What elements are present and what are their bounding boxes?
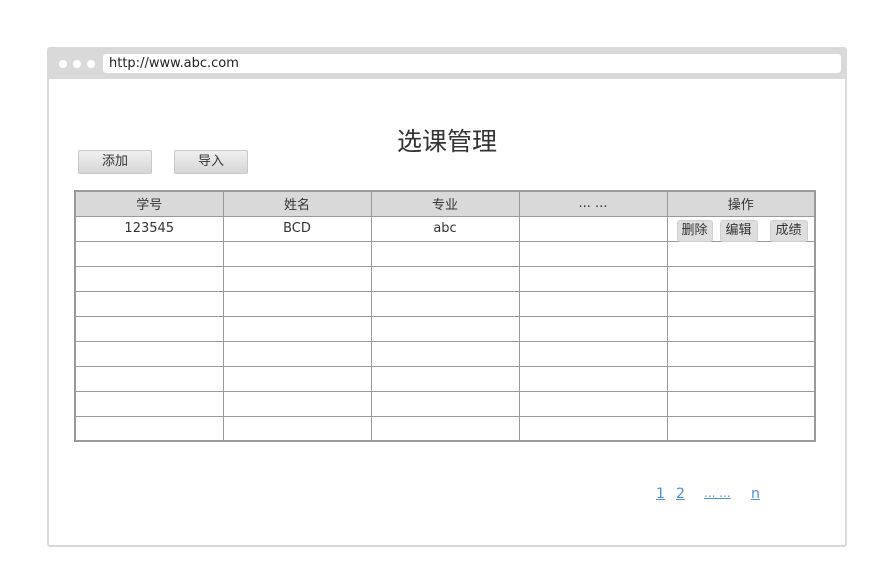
empty-cell [222, 390, 372, 417]
table-row [74, 365, 816, 392]
import-button[interactable]: 导入 [174, 150, 248, 174]
empty-cell [74, 390, 224, 417]
page-title: 选课管理 [396, 127, 497, 156]
empty-cell [666, 340, 816, 367]
empty-cell [74, 415, 224, 442]
table-row [74, 315, 816, 342]
empty-cell [518, 390, 668, 417]
table-row: 123545 BCD abc 删除 编辑 成绩 [74, 215, 816, 242]
cell-student-id: 123545 [74, 215, 224, 242]
column-header-major: 专业 [370, 190, 520, 217]
cell-major: abc [370, 215, 520, 242]
page-ellipsis-link[interactable]: ... ... [704, 486, 731, 500]
add-button[interactable]: 添加 [78, 150, 152, 174]
table-row [74, 415, 816, 442]
empty-cell [518, 315, 668, 342]
empty-cell [370, 315, 520, 342]
empty-cell [518, 240, 668, 267]
empty-cell [222, 290, 372, 317]
empty-cell [222, 340, 372, 367]
window-dot-icon [87, 60, 95, 68]
empty-cell [222, 265, 372, 292]
empty-cell [666, 290, 816, 317]
cell-name: BCD [222, 215, 372, 242]
window-dot-icon [59, 60, 67, 68]
column-header-student-id: 学号 [74, 190, 224, 217]
empty-cell [666, 390, 816, 417]
empty-cell [518, 415, 668, 442]
empty-cell [222, 315, 372, 342]
browser-window: http://www.abc.com 选课管理 添加 导入 学号 姓名 专业 .… [47, 47, 847, 547]
empty-cell [370, 340, 520, 367]
empty-cell [666, 315, 816, 342]
empty-cell [74, 315, 224, 342]
empty-cell [74, 340, 224, 367]
table-row [74, 390, 816, 417]
empty-cell [74, 265, 224, 292]
table-row [74, 265, 816, 292]
empty-cell [370, 265, 520, 292]
empty-cell [518, 265, 668, 292]
table-row [74, 340, 816, 367]
empty-cell [518, 340, 668, 367]
empty-cell [370, 365, 520, 392]
empty-cell [518, 290, 668, 317]
course-table: 学号 姓名 专业 ... ... 操作 123545 BCD abc 删除 编辑… [74, 190, 816, 442]
cell-extra [518, 215, 668, 242]
empty-cell [370, 240, 520, 267]
empty-cell [370, 290, 520, 317]
column-header-actions: 操作 [666, 190, 816, 217]
grade-button[interactable]: 成绩 [769, 219, 808, 242]
empty-cell [370, 415, 520, 442]
empty-cell [666, 265, 816, 292]
empty-cell [222, 365, 372, 392]
empty-cell [666, 365, 816, 392]
empty-cell [74, 290, 224, 317]
window-dot-icon [73, 60, 81, 68]
table-row [74, 240, 816, 267]
empty-cell [74, 365, 224, 392]
empty-cell [666, 240, 816, 267]
browser-toolbar: http://www.abc.com [49, 49, 845, 79]
empty-cell [74, 240, 224, 267]
empty-cell [666, 415, 816, 442]
empty-cell [222, 240, 372, 267]
edit-button[interactable]: 编辑 [719, 219, 758, 242]
empty-cell [370, 390, 520, 417]
column-header-name: 姓名 [222, 190, 372, 217]
empty-cell [222, 415, 372, 442]
page-link-2[interactable]: 2 [676, 486, 685, 502]
delete-button[interactable]: 删除 [676, 219, 713, 242]
page-link-1[interactable]: 1 [656, 486, 665, 502]
empty-cell [518, 365, 668, 392]
cell-actions: 删除 编辑 成绩 [666, 215, 816, 242]
address-bar[interactable]: http://www.abc.com [103, 54, 841, 73]
table-header-row: 学号 姓名 专业 ... ... 操作 [74, 190, 816, 217]
page-link-last[interactable]: n [751, 486, 760, 502]
table-row [74, 290, 816, 317]
column-header-more: ... ... [518, 190, 668, 217]
